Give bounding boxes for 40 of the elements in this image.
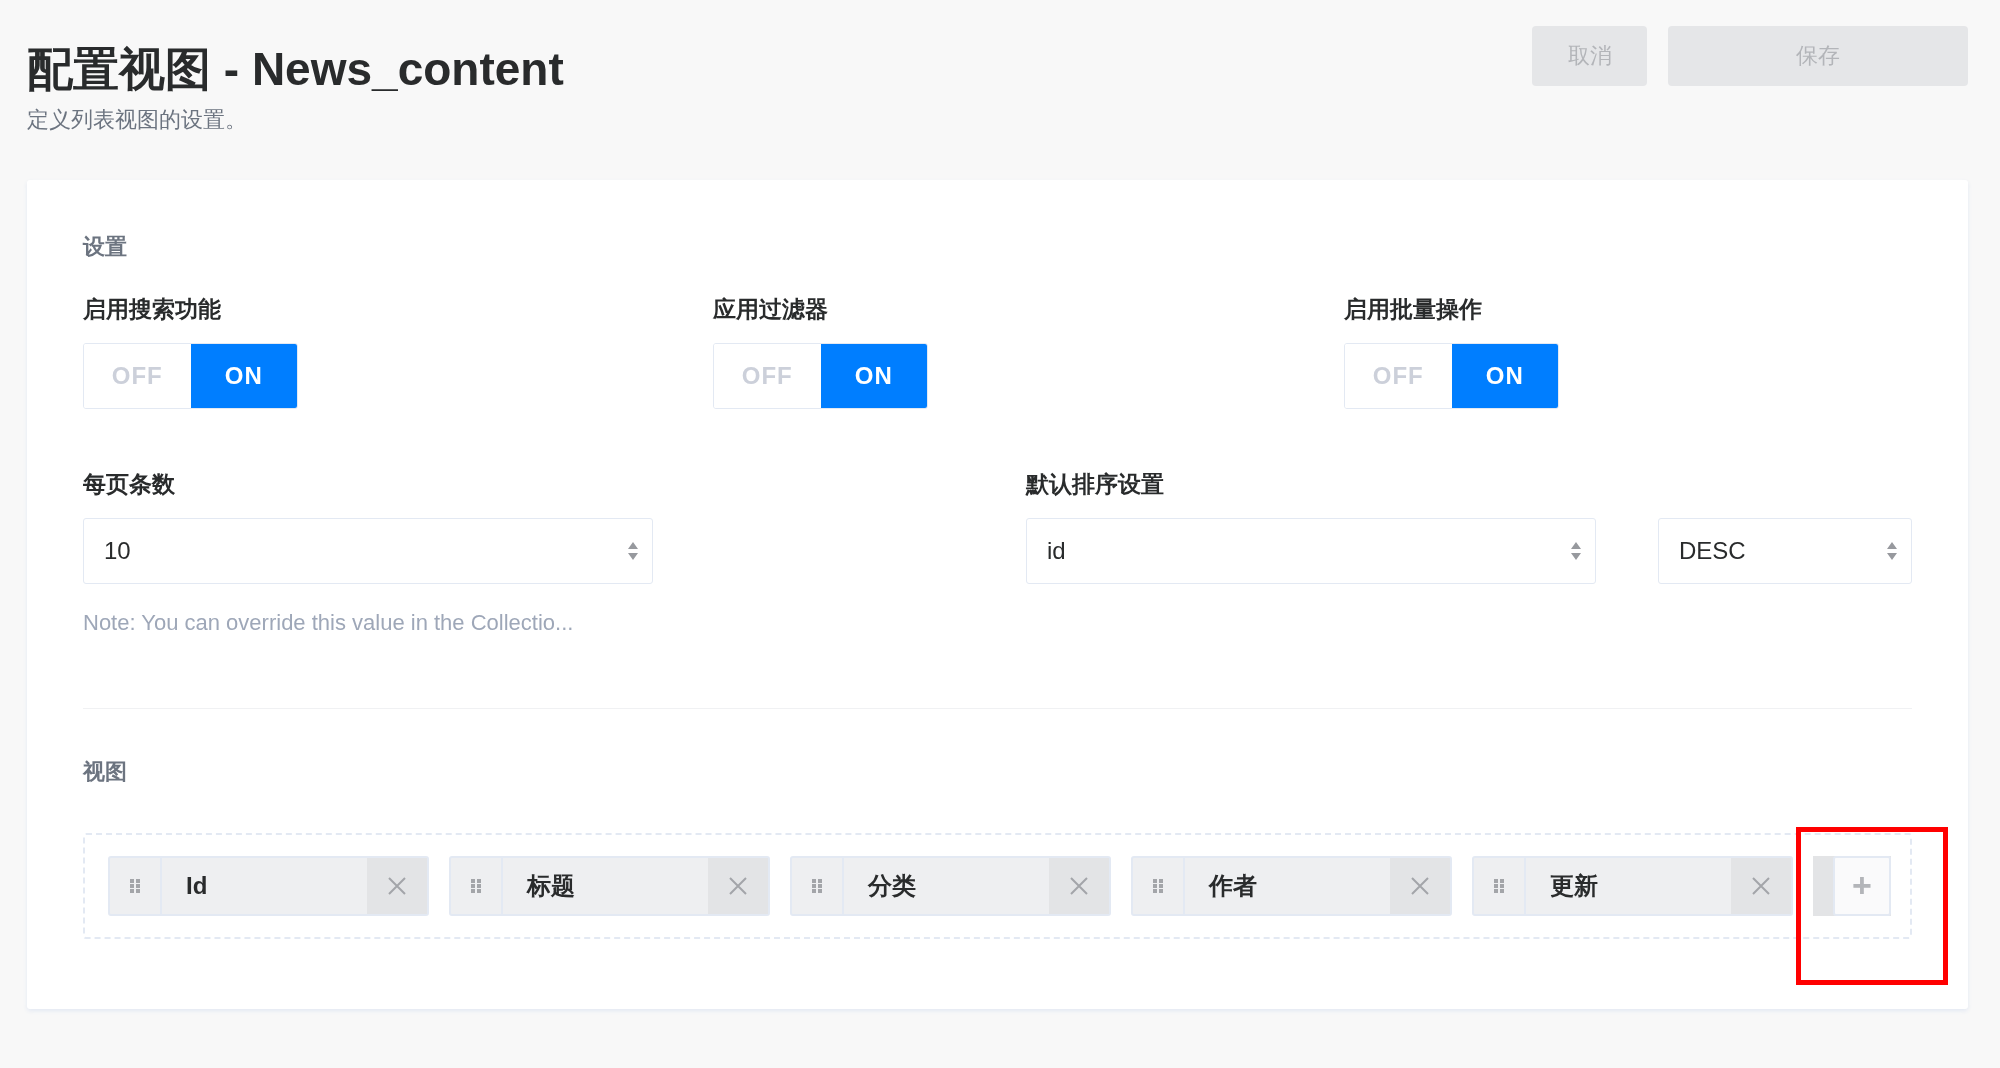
field-chip[interactable]: Id [108,855,429,916]
field-label: 默认排序设置 [1026,469,1165,499]
section-heading: 视图 [83,757,128,786]
sort-arrows-icon [626,540,640,561]
close-button[interactable] [1390,857,1450,914]
note-text: Note: You can override this value in the Collectio... [83,609,575,636]
sort-order-select[interactable]: DESC [1658,517,1912,584]
close-icon [1410,875,1430,896]
close-button[interactable] [708,857,768,914]
close-icon [1751,875,1771,896]
close-icon [1069,875,1089,896]
field-chip[interactable]: 作者 [1131,855,1452,916]
drag-handle-icon [471,878,481,893]
field-label: 每页条数 [83,469,176,499]
field-chip[interactable]: 更新 [1472,855,1793,916]
toggle-label: 应用过滤器 [713,294,829,324]
sort-field-select[interactable]: id [1026,517,1596,584]
drag-handle-icon [130,878,140,893]
close-icon [728,875,748,896]
drag-handle-icon [812,878,822,893]
page-title: 配置视图 - News_content [27,44,564,95]
field-chip[interactable]: 标题 [449,855,770,916]
on-toggle[interactable]: ON [820,343,927,408]
section-heading: 设置 [83,232,128,261]
field-chip[interactable]: 分类 [790,855,1111,916]
on-toggle[interactable]: ON [1451,343,1558,408]
drag-handle-icon [1153,878,1163,893]
toggle-label: 启用批量操作 [1344,294,1483,324]
on-toggle[interactable]: ON [190,343,297,408]
drag-handle-icon [1494,878,1504,893]
sort-arrows-icon [1569,540,1583,561]
add-button[interactable]: + [1833,855,1891,916]
page-subtitle: 定义列表视图的设置。 [27,105,248,134]
close-icon [387,875,407,896]
page-size-select[interactable]: 10 [83,517,653,584]
sort-arrows-icon [1885,540,1899,561]
toggle-label: 启用搜索功能 [83,294,222,324]
close-button[interactable] [367,857,427,914]
close-button[interactable] [1049,857,1109,914]
close-button[interactable] [1731,857,1791,914]
